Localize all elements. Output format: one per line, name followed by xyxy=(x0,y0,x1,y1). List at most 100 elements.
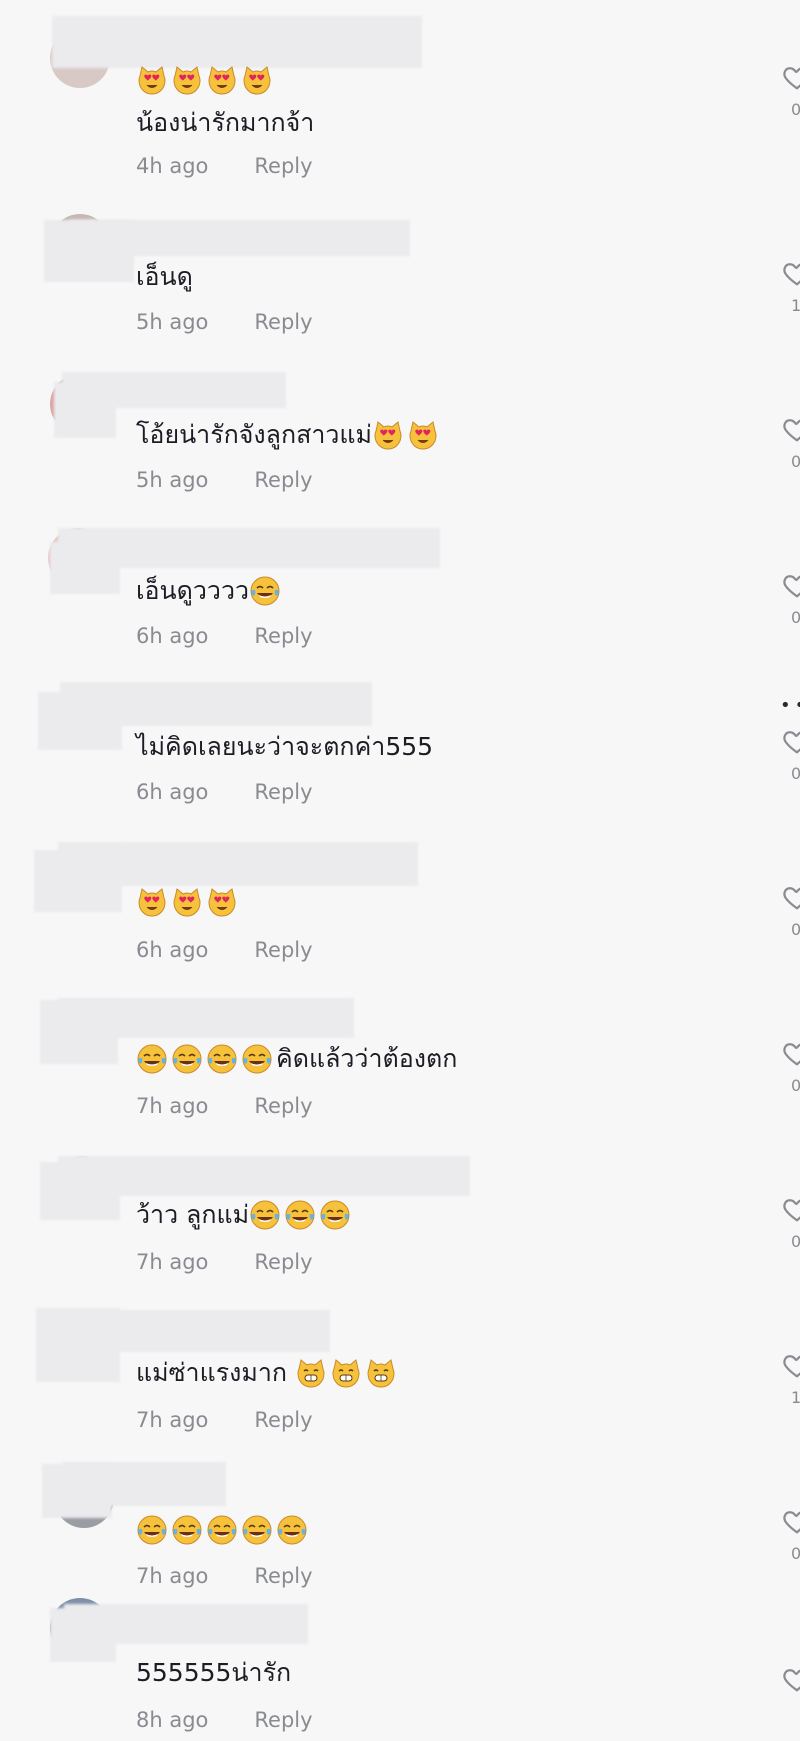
comment-time: 5h ago xyxy=(136,468,209,492)
blurred-avatar-cover xyxy=(40,1162,120,1220)
emoji-row xyxy=(136,1514,311,1546)
comment-meta: 7h ago Reply xyxy=(136,1564,313,1588)
comment-text: ไม่คิดเลยนะว่าจะตกค่า555 xyxy=(136,730,433,764)
blurred-avatar-cover xyxy=(38,692,122,750)
joy-tears-icon xyxy=(249,575,281,607)
joy-tears-icon xyxy=(206,1514,238,1546)
comment-text-body: แม่ซ่าแรงมาก xyxy=(136,1358,288,1387)
blurred-avatar-cover xyxy=(50,1608,116,1662)
heart-icon[interactable] xyxy=(782,62,800,92)
grin-cat-icon xyxy=(365,1357,397,1389)
comment-text-body: ว้าว ลูกแม่ xyxy=(136,1200,250,1229)
comment-meta: 6h ago Reply xyxy=(136,624,313,648)
reply-button[interactable]: Reply xyxy=(254,624,312,648)
comment-text-body: เอ็นดูวววว xyxy=(136,576,250,605)
comment-text-body: เอ็นดู xyxy=(136,262,193,291)
like-count: 0 xyxy=(791,100,800,119)
emoji-row xyxy=(136,64,276,96)
blurred-avatar-cover xyxy=(40,1000,118,1064)
reply-button[interactable]: Reply xyxy=(254,154,312,178)
comment-time: 8h ago xyxy=(136,1708,209,1732)
comment-time: 5h ago xyxy=(136,310,209,334)
like-count: 0 xyxy=(791,608,800,627)
emoji-row xyxy=(136,1043,276,1075)
comment-item: น้องน่ารักมากจ้า 4h ago Reply 0 xyxy=(0,0,800,178)
comment-text xyxy=(136,1514,311,1546)
heart-icon[interactable] xyxy=(782,1194,800,1224)
heart-eyes-cat-icon xyxy=(171,64,203,96)
joy-tears-icon xyxy=(249,1199,281,1231)
emoji-row xyxy=(295,1357,400,1389)
joy-tears-icon xyxy=(276,1514,308,1546)
comment-text-line: น้องน่ารักมากจ้า xyxy=(136,108,315,137)
reply-button[interactable]: Reply xyxy=(254,1250,312,1274)
comment-meta: 6h ago Reply xyxy=(136,780,313,804)
comment-item: 6h ago Reply 0 xyxy=(0,820,800,976)
comment-text: คิดแล้วว่าต้องตก xyxy=(136,1042,457,1076)
heart-eyes-cat-icon xyxy=(136,886,168,918)
comment-text: ว้าว ลูกแม่ xyxy=(136,1198,354,1232)
comment-meta: 7h ago Reply xyxy=(136,1408,313,1432)
heart-icon[interactable] xyxy=(782,414,800,444)
heart-eyes-cat-icon xyxy=(407,419,439,451)
reply-button[interactable]: Reply xyxy=(254,1564,312,1588)
comment-meta: 7h ago Reply xyxy=(136,1250,313,1274)
emoji-row xyxy=(249,575,284,607)
comment-item: 7h ago Reply 0 xyxy=(0,1444,800,1600)
reply-button[interactable]: Reply xyxy=(254,1408,312,1432)
joy-tears-icon xyxy=(319,1199,351,1231)
comment-text xyxy=(136,886,241,918)
comment-text-body: คิดแล้วว่าต้องตก xyxy=(276,1044,458,1073)
comment-meta: 7h ago Reply xyxy=(136,1094,313,1118)
emoji-row xyxy=(372,419,442,451)
like-count: 0 xyxy=(791,1544,800,1563)
comment-meta: 8h ago Reply xyxy=(136,1708,313,1732)
comment-time: 6h ago xyxy=(136,938,209,962)
heart-icon[interactable] xyxy=(782,1506,800,1536)
comment-text xyxy=(136,64,276,96)
heart-icon[interactable] xyxy=(782,1664,800,1694)
comment-text: โอ้ยน่ารักจังลูกสาวแม่ xyxy=(136,418,442,452)
comment-text: เอ็นดู xyxy=(136,260,193,294)
like-count: 0 xyxy=(791,764,800,783)
comment-item: ว้าว ลูกแม่ 7h ago Reply 0 xyxy=(0,1132,800,1288)
grin-cat-icon xyxy=(330,1357,362,1389)
heart-icon[interactable] xyxy=(782,570,800,600)
emoji-row xyxy=(249,1199,354,1231)
heart-icon[interactable] xyxy=(782,258,800,288)
comment-text: 555555น่ารัก xyxy=(136,1656,291,1690)
reply-button[interactable]: Reply xyxy=(254,310,312,334)
reply-button[interactable]: Reply xyxy=(254,468,312,492)
blurred-avatar-cover xyxy=(44,220,134,282)
joy-tears-icon xyxy=(206,1043,238,1075)
comment-text-body: 555555น่ารัก xyxy=(136,1658,292,1687)
blurred-username xyxy=(52,16,422,68)
like-count: 0 xyxy=(791,452,800,471)
joy-tears-icon xyxy=(241,1043,273,1075)
heart-eyes-cat-icon xyxy=(206,886,238,918)
comment-time: 4h ago xyxy=(136,154,209,178)
reply-button[interactable]: Reply xyxy=(254,1708,312,1732)
comment-time: 7h ago xyxy=(136,1094,209,1118)
heart-icon[interactable] xyxy=(782,882,800,912)
reply-button[interactable]: Reply xyxy=(254,938,312,962)
heart-icon[interactable] xyxy=(782,1350,800,1380)
reply-button[interactable]: Reply xyxy=(254,780,312,804)
joy-tears-icon xyxy=(136,1514,168,1546)
heart-icon[interactable] xyxy=(782,1038,800,1068)
grin-cat-icon xyxy=(295,1357,327,1389)
heart-eyes-cat-icon xyxy=(372,419,404,451)
comment-text-body: โอ้ยน่ารักจังลูกสาวแม่ xyxy=(136,420,373,449)
comment-meta: 4h ago Reply xyxy=(136,154,313,178)
like-count: 1 xyxy=(791,1388,800,1407)
heart-icon[interactable] xyxy=(782,726,800,756)
comment-feed: น้องน่ารักมากจ้า 4h ago Reply 0 เอ็นดู 5… xyxy=(0,0,800,1741)
joy-tears-icon xyxy=(171,1043,203,1075)
like-count: 0 xyxy=(791,920,800,939)
comment-meta: 5h ago Reply xyxy=(136,310,313,334)
joy-tears-icon xyxy=(241,1514,273,1546)
comment-item: ไม่คิดเลยนะว่าจะตกค่า555 6h ago Reply 0 xyxy=(0,664,800,820)
reply-button[interactable]: Reply xyxy=(254,1094,312,1118)
comment-item: โอ้ยน่ารักจังลูกสาวแม่ 5h ago Reply 0 xyxy=(0,352,800,508)
heart-eyes-cat-icon xyxy=(241,64,273,96)
